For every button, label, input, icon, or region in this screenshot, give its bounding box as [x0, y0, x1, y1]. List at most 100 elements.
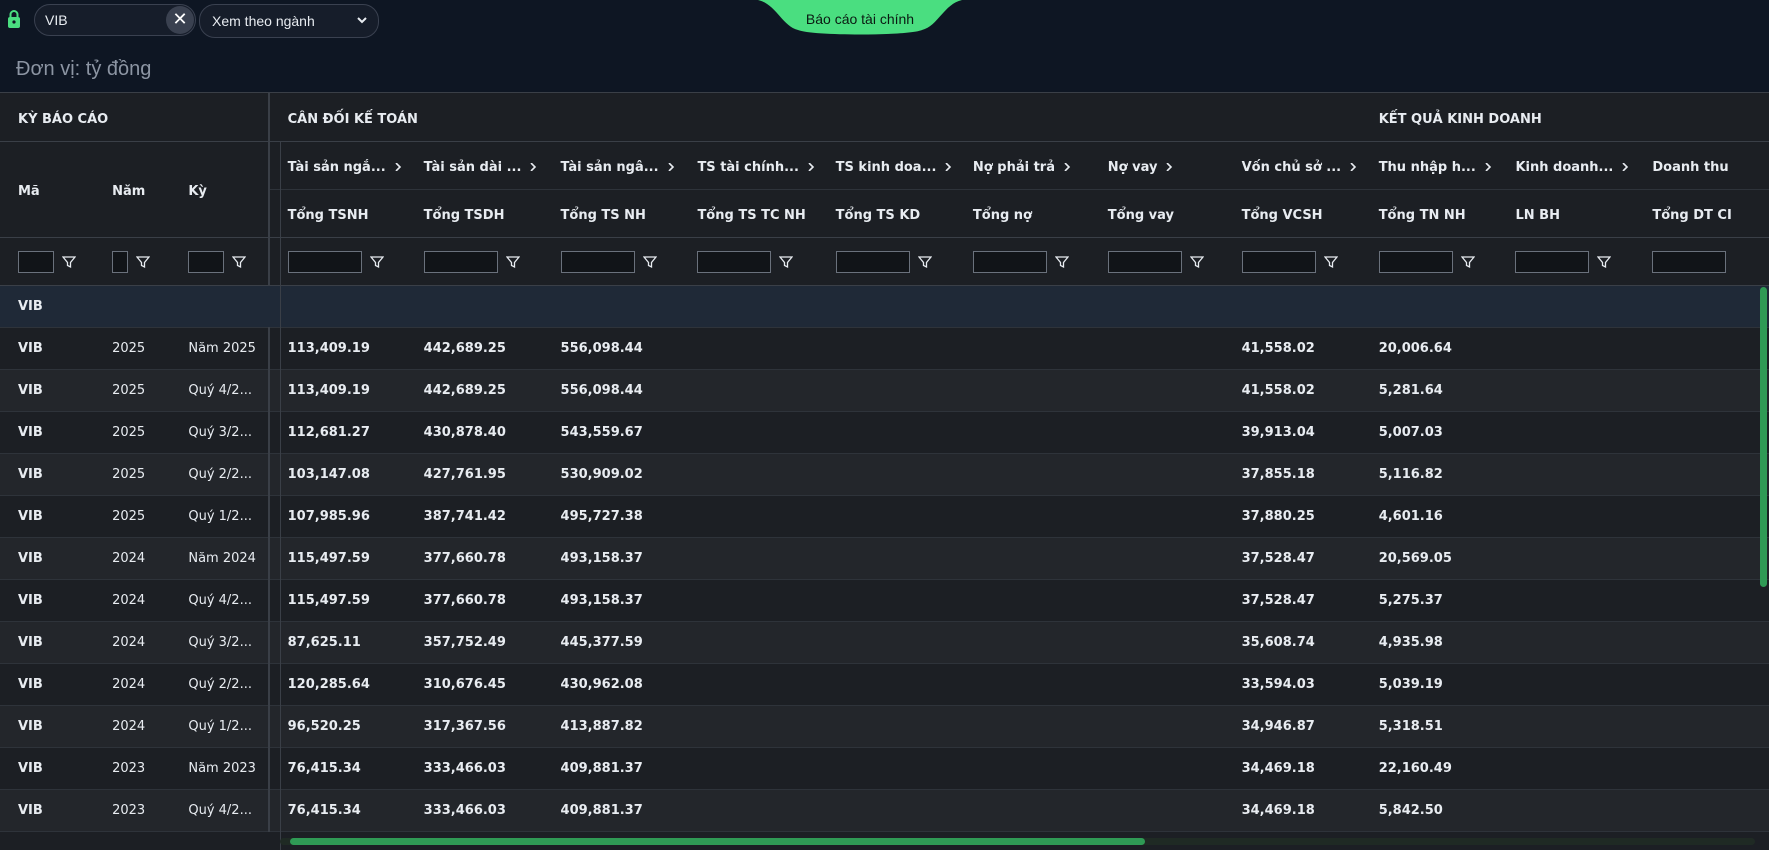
filter-icon[interactable]: [779, 255, 794, 269]
filter-icon[interactable]: [917, 255, 932, 269]
filter-input[interactable]: [560, 250, 635, 273]
cell-empty: [1089, 411, 1224, 454]
column-header-total-tsnh[interactable]: Tổng TSNH: [267, 189, 406, 238]
column-header-total-ts-nh[interactable]: Tổng TS NH: [542, 189, 680, 238]
subgroup-header[interactable]: Tài sản dài ...: [405, 141, 543, 190]
column-header-nam[interactable]: Năm: [94, 141, 171, 238]
row-group-vib[interactable]: VIB: [0, 285, 1769, 328]
filter-cell: [94, 237, 171, 286]
subgroup-header[interactable]: TS kinh doa...: [817, 141, 955, 190]
tab-financial-report[interactable]: Báo cáo tài chính: [758, 0, 962, 38]
cell-empty: [954, 705, 1090, 748]
filter-input-ky[interactable]: [188, 250, 225, 273]
table-row[interactable]: VIB 2024 Quý 2/2... 120,285.64 310,676.45 430…: [0, 663, 1769, 706]
cell-empty: [679, 537, 818, 580]
cell-total-interest-income: 5,007.03: [1360, 411, 1498, 454]
table-row[interactable]: VIB 2025 Quý 3/2... 112,681.27 430,878.40 543…: [0, 411, 1769, 454]
cell-empty: [1497, 411, 1635, 454]
table-row[interactable]: VIB 2024 Năm 2024 115,497.59 377,660.78 493,1…: [0, 537, 1769, 580]
stock-search-input[interactable]: [35, 5, 165, 35]
cell-nam: 2025: [94, 495, 171, 538]
filter-icon[interactable]: [1460, 255, 1475, 269]
filter-input[interactable]: [835, 250, 910, 273]
subgroup-header[interactable]: Nợ phải trả: [954, 141, 1090, 190]
column-header-ln-bh[interactable]: LN BH: [1497, 189, 1635, 238]
table-row[interactable]: VIB 2025 Quý 1/2... 107,985.96 387,741.42 495…: [0, 495, 1769, 538]
subgroup-header[interactable]: Nợ vay: [1089, 141, 1224, 190]
column-header-total-debt[interactable]: Tổng nợ: [954, 189, 1090, 238]
table-row[interactable]: VIB 2023 Quý 4/2... 76,415.34 333,466.03 409,…: [0, 789, 1769, 832]
column-header-ma[interactable]: Mã: [0, 141, 95, 238]
column-header-total-ts-tc-nh[interactable]: Tổng TS TC NH: [679, 189, 818, 238]
chevron-right-icon: [530, 162, 537, 171]
filter-input[interactable]: [423, 250, 498, 273]
clear-search-button[interactable]: ✕: [166, 6, 194, 34]
filter-input[interactable]: [1378, 250, 1453, 273]
column-header-ky[interactable]: Kỳ: [170, 141, 269, 238]
column-header-total-tsdh[interactable]: Tổng TSDH: [405, 189, 543, 238]
filter-icon[interactable]: [232, 255, 247, 269]
filter-input[interactable]: [287, 250, 362, 273]
filter-icon[interactable]: [1054, 255, 1069, 269]
cell-total-tsdh: 357,752.49: [405, 621, 543, 664]
filter-icon[interactable]: [1189, 255, 1204, 269]
filter-icon[interactable]: [1323, 255, 1338, 269]
cell-nam: 2025: [94, 369, 171, 412]
filter-input[interactable]: [1652, 250, 1727, 273]
subgroup-header[interactable]: Vốn chủ sở ...: [1223, 141, 1361, 190]
table-row[interactable]: VIB 2024 Quý 1/2... 96,520.25 317,367.56 413,…: [0, 705, 1769, 748]
filter-cell: [267, 237, 406, 286]
cell-empty: [679, 411, 818, 454]
vertical-scrollbar[interactable]: [1760, 287, 1767, 587]
filter-icon[interactable]: [642, 255, 657, 269]
column-header-total-equity[interactable]: Tổng VCSH: [1223, 189, 1361, 238]
table-row[interactable]: VIB 2024 Quý 4/2... 115,497.59 377,660.78 493…: [0, 579, 1769, 622]
cell-ma: VIB: [0, 579, 95, 622]
subgroup-header[interactable]: TS tài chính...: [679, 141, 818, 190]
table-row[interactable]: VIB 2025 Quý 2/2... 103,147.08 427,761.95 530…: [0, 453, 1769, 496]
cell-ky: Quý 3/2...: [170, 621, 269, 664]
subgroup-header[interactable]: Tài sản ngâ...: [542, 141, 680, 190]
cell-total-tsnh: 120,285.64: [267, 663, 406, 706]
filter-cell: [405, 237, 543, 286]
table-row[interactable]: VIB 2025 Năm 2025 113,409.19 442,689.25 556,0…: [0, 327, 1769, 370]
cell-total-equity: 34,946.87: [1223, 705, 1361, 748]
table-row[interactable]: VIB 2025 Quý 4/2... 113,409.19 442,689.25 556…: [0, 369, 1769, 412]
filter-input-ma[interactable]: [18, 250, 54, 273]
table-row[interactable]: VIB 2024 Quý 3/2... 87,625.11 357,752.49 445,…: [0, 621, 1769, 664]
filter-input-nam[interactable]: [112, 250, 129, 273]
cell-empty: [1497, 789, 1635, 832]
cell-ma: VIB: [0, 789, 95, 832]
filter-input[interactable]: [697, 250, 772, 273]
filter-icon[interactable]: [1597, 255, 1612, 269]
cell-empty: [954, 789, 1090, 832]
column-header-total-revenue[interactable]: Tổng DT CI: [1634, 189, 1769, 238]
cell-empty: [1634, 579, 1769, 622]
cell-empty: [1497, 621, 1635, 664]
cell-total-ts-nh: 413,887.82: [542, 705, 680, 748]
cell-empty: [679, 327, 818, 370]
filter-icon[interactable]: [369, 255, 384, 269]
subgroup-header[interactable]: Thu nhập h...: [1360, 141, 1498, 190]
subgroup-header[interactable]: Kinh doanh...: [1497, 141, 1635, 190]
cell-empty: [817, 747, 955, 790]
table-row[interactable]: VIB 2023 Năm 2023 76,415.34 333,466.03 409,88…: [0, 747, 1769, 790]
subgroup-header[interactable]: Doanh thu: [1634, 141, 1769, 190]
filter-input[interactable]: [1107, 250, 1182, 273]
column-header-total-ts-kd[interactable]: Tổng TS KD: [817, 189, 955, 238]
filter-input[interactable]: [1515, 250, 1590, 273]
filter-icon[interactable]: [505, 255, 520, 269]
subgroup-header[interactable]: Tài sản ngắ...: [267, 141, 406, 190]
column-header-total-interest-income[interactable]: Tổng TN NH: [1360, 189, 1498, 238]
filter-input[interactable]: [1241, 250, 1316, 273]
cell-ky: Năm 2024: [170, 537, 269, 580]
column-header-total-borrowing[interactable]: Tổng vay: [1089, 189, 1224, 238]
cell-empty: [679, 747, 818, 790]
frozen-column-divider: [280, 141, 281, 850]
view-mode-select[interactable]: Xem theo ngành: [199, 4, 379, 38]
filter-icon[interactable]: [136, 255, 151, 269]
lock-icon[interactable]: [6, 9, 22, 29]
horizontal-scrollbar[interactable]: [290, 838, 1145, 845]
filter-input[interactable]: [972, 250, 1047, 273]
filter-icon[interactable]: [62, 255, 76, 269]
